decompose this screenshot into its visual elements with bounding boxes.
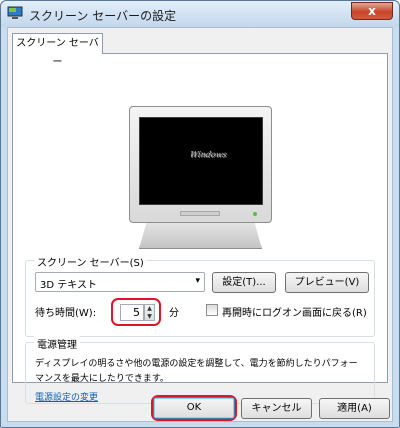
spin-down-icon[interactable]: ▼ — [145, 313, 154, 320]
preview-button[interactable]: プレビュー(V) — [285, 272, 369, 293]
spin-up-icon[interactable]: ▲ — [145, 305, 154, 312]
wait-time-highlight: 5 ▲ ▼ — [111, 298, 161, 326]
resume-logon-label[interactable]: 再開時にログオン画面に戻る(R) — [222, 304, 367, 319]
monitor-stand — [139, 223, 262, 249]
resume-logon-checkbox[interactable] — [206, 304, 218, 316]
wait-time-input[interactable]: 5 — [120, 304, 144, 321]
window-title: スクリーン セーバーの設定 — [29, 9, 177, 23]
settings-button[interactable]: 設定(T)... — [212, 272, 276, 293]
display-properties-icon — [7, 6, 23, 19]
cancel-button[interactable]: キャンセル — [241, 398, 312, 419]
power-description: ディスプレイの明るさや他の電源の設定を調整して、電力を節約したりパフォーマンスを… — [35, 359, 358, 384]
screen-saver-select[interactable]: 3D テキスト ▾ — [35, 272, 205, 292]
tab-panel: Windows スクリーン セーバー(S) 3D テキスト ▾ 設定(T)...… — [12, 53, 388, 404]
chevron-down-icon: ▾ — [195, 276, 200, 286]
tab-screen-saver[interactable]: スクリーン セーバー — [12, 33, 103, 68]
ok-button[interactable]: OK — [153, 397, 235, 419]
screen-saver-settings-window: スクリーン セーバーの設定 x スクリーン セーバー Windows スクリーン… — [0, 0, 400, 428]
monitor-slot — [180, 211, 220, 216]
wait-time-unit: 分 — [169, 308, 179, 319]
screen-saver-group: スクリーン セーバー(S) 3D テキスト ▾ 設定(T)... プレビュー(V… — [25, 254, 375, 337]
change-power-settings-link[interactable]: 電源設定の変更 — [35, 390, 98, 403]
monitor-power-led — [253, 212, 257, 216]
dialog-client-area: スクリーン セーバー Windows スクリーン セーバー(S) 3D テキスト… — [7, 27, 393, 422]
wait-time-label: 待ち時間(W): — [35, 308, 97, 319]
power-group-legend: 電源管理 — [34, 336, 80, 351]
wait-time-spinner[interactable]: ▲ ▼ — [144, 304, 155, 321]
close-button[interactable]: x — [351, 2, 393, 20]
preview-screen-text: Windows — [189, 150, 228, 159]
apply-button[interactable]: 適用(A) — [319, 398, 390, 419]
monitor-preview: Windows — [129, 106, 272, 223]
screen-saver-group-legend: スクリーン セーバー(S) — [34, 254, 147, 269]
title-bar[interactable]: スクリーン セーバーの設定 x — [1, 1, 399, 27]
close-icon: x — [368, 4, 376, 18]
preview-screen: Windows — [139, 117, 263, 205]
screen-saver-select-value: 3D テキスト — [40, 280, 97, 291]
